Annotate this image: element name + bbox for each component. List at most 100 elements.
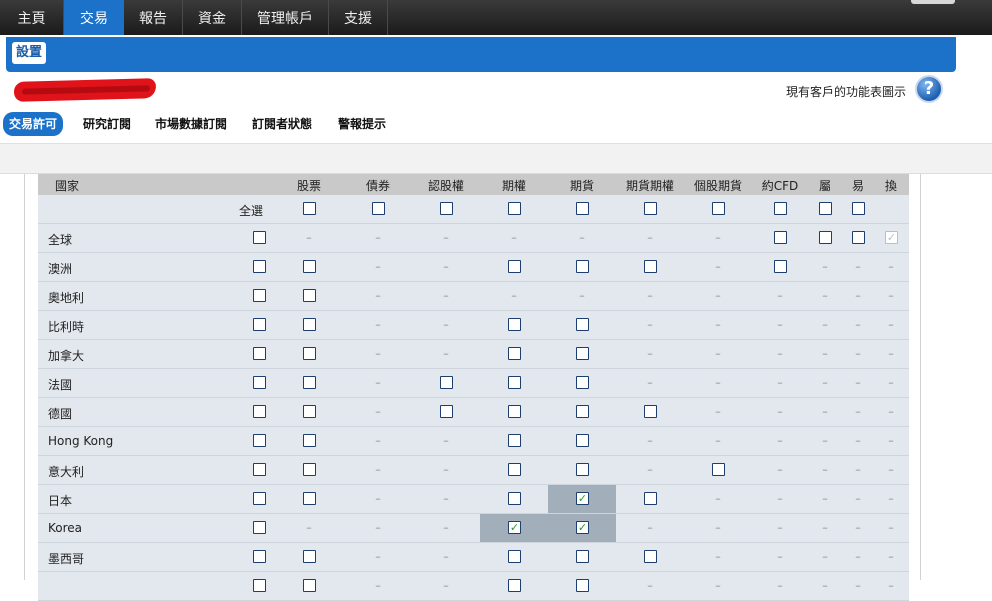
checkbox[interactable] [576,550,589,563]
checkbox[interactable] [508,463,521,476]
nav-tab-reports[interactable]: 報告 [124,0,183,35]
permission-cell[interactable] [633,398,667,426]
subtab-alerts[interactable]: 警報提示 [338,112,386,136]
checkbox[interactable] [852,231,865,244]
checkbox[interactable] [576,463,589,476]
permission-cell[interactable] [565,398,599,426]
checkbox[interactable] [303,579,316,592]
permission-cell[interactable] [497,253,531,281]
checkbox[interactable] [303,434,316,447]
permission-cell[interactable] [292,427,326,455]
permission-cell[interactable] [497,340,531,368]
checkbox[interactable] [712,463,725,476]
permission-cell[interactable] [841,224,875,252]
checked-checkbox[interactable]: ✓ [508,521,521,534]
checkbox[interactable] [508,318,521,331]
nav-tab-manage-account[interactable]: 管理帳戶 [242,0,329,35]
permission-cell[interactable] [242,253,276,281]
permission-cell[interactable] [292,369,326,397]
permission-cell[interactable] [292,195,326,223]
permission-cell[interactable] [242,369,276,397]
checkbox[interactable] [253,434,266,447]
permission-cell[interactable] [292,253,326,281]
checkbox[interactable] [508,579,521,592]
permission-cell[interactable] [242,456,276,484]
permission-cell[interactable] [242,340,276,368]
nav-tab-support[interactable]: 支援 [329,0,388,35]
permission-cell[interactable] [841,195,875,223]
permission-cell[interactable] [292,485,326,513]
permission-cell[interactable] [497,427,531,455]
permission-cell[interactable] [292,282,326,310]
checkbox[interactable] [644,202,657,215]
checkbox[interactable] [508,376,521,389]
permission-cell[interactable] [497,369,531,397]
permission-cell[interactable] [565,427,599,455]
checkbox[interactable] [508,550,521,563]
checkbox[interactable] [774,260,787,273]
permission-cell[interactable] [497,572,531,600]
permission-cell[interactable] [565,253,599,281]
permission-cell[interactable]: ✓ [548,514,616,542]
checkbox[interactable] [253,463,266,476]
checked-checkbox[interactable]: ✓ [576,492,589,505]
checkbox[interactable] [852,202,865,215]
permission-cell[interactable] [242,398,276,426]
checkbox[interactable] [303,405,316,418]
checkbox[interactable] [576,405,589,418]
permission-cell[interactable] [429,195,463,223]
checkbox[interactable] [253,318,266,331]
permission-cell[interactable] [633,485,667,513]
permission-cell[interactable] [242,485,276,513]
permission-cell[interactable] [361,195,395,223]
checkbox[interactable] [508,202,521,215]
permission-cell[interactable] [633,253,667,281]
checkbox[interactable] [508,347,521,360]
permission-cell[interactable] [292,311,326,339]
checkbox[interactable] [303,463,316,476]
checkbox[interactable] [644,550,657,563]
permission-cell[interactable] [242,311,276,339]
permission-cell[interactable] [497,543,531,571]
checkbox[interactable] [303,376,316,389]
permission-cell[interactable]: ✓ [548,485,616,513]
permission-cell[interactable]: ✓ [480,514,548,542]
permission-cell[interactable] [497,456,531,484]
checkbox[interactable] [576,579,589,592]
permission-cell[interactable] [763,253,797,281]
subtab-trading-permissions[interactable]: 交易許可 [3,112,64,136]
checkbox[interactable] [253,550,266,563]
permission-cell[interactable] [497,485,531,513]
existing-client-menu-link[interactable]: 現有客戶的功能表圖示 [786,83,906,100]
permission-cell[interactable] [429,369,463,397]
checkbox[interactable] [253,376,266,389]
permission-cell[interactable] [242,572,276,600]
checkbox[interactable] [644,260,657,273]
checkbox[interactable] [508,405,521,418]
nav-tab-trade[interactable]: 交易 [64,0,124,35]
checkbox[interactable] [819,231,832,244]
checkbox[interactable] [508,434,521,447]
permission-cell[interactable] [497,398,531,426]
checkbox[interactable] [576,202,589,215]
checkbox[interactable] [303,347,316,360]
permission-cell[interactable] [292,572,326,600]
permission-cell[interactable] [763,224,797,252]
permission-cell[interactable] [701,456,735,484]
subtab-research-subscriptions[interactable]: 研究訂閱 [83,112,131,136]
permission-cell[interactable]: ✓ [874,224,908,252]
permission-cell[interactable] [242,224,276,252]
permission-cell[interactable] [292,340,326,368]
checkbox[interactable] [303,550,316,563]
permission-cell[interactable] [497,311,531,339]
checkbox[interactable] [303,260,316,273]
permission-cell[interactable] [242,282,276,310]
checked-checkbox[interactable]: ✓ [576,521,589,534]
permission-cell[interactable] [292,456,326,484]
nav-tab-funds[interactable]: 資金 [183,0,242,35]
checkbox[interactable] [372,202,385,215]
checkbox[interactable] [303,202,316,215]
permission-cell[interactable] [292,543,326,571]
checkbox[interactable] [303,318,316,331]
checkbox[interactable] [576,376,589,389]
